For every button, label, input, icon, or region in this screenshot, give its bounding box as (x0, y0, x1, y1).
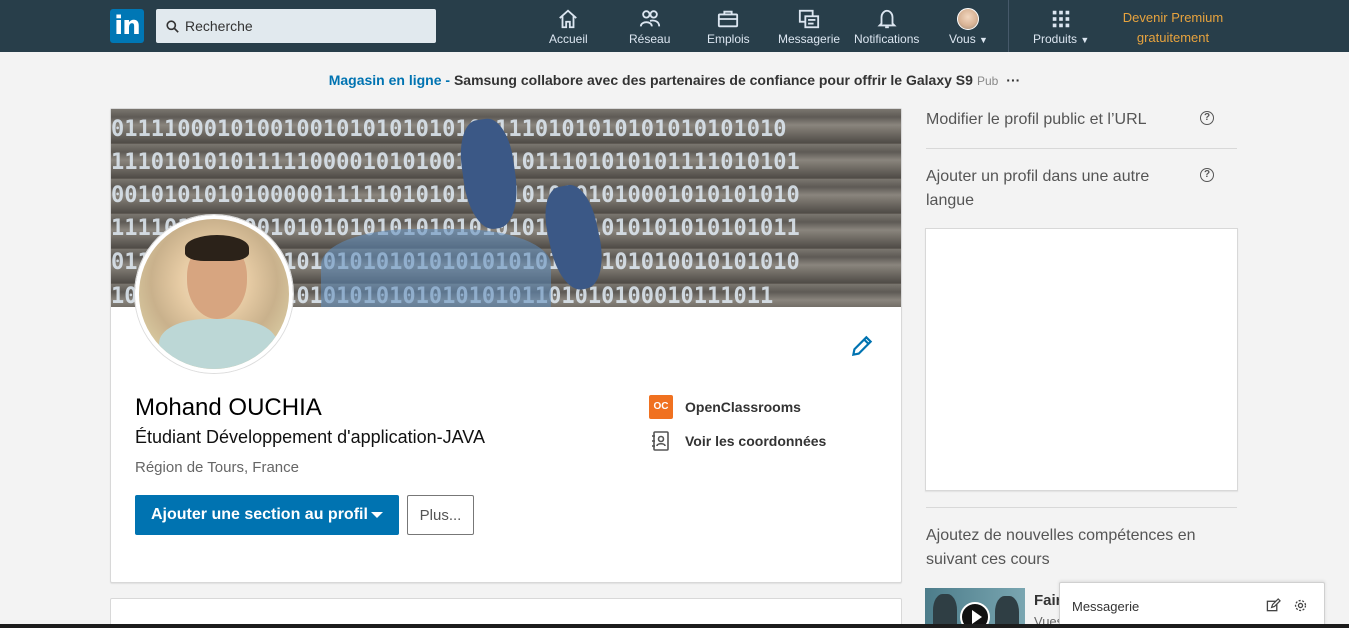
premium-line-2: gratuitement (1136, 30, 1210, 45)
add-section-label: Ajouter une section au profil (151, 506, 368, 523)
gear-icon[interactable] (1293, 598, 1308, 613)
avatar (957, 8, 980, 30)
linkedin-logo[interactable]: in (110, 9, 144, 43)
more-options-icon[interactable]: ··· (1006, 72, 1020, 88)
ad-text[interactable]: Samsung collabore avec des partenaires d… (454, 72, 973, 88)
organization-name: OpenClassrooms (685, 399, 801, 415)
chevron-down-icon: ▼ (1080, 35, 1090, 45)
nav-label: Messagerie (778, 32, 841, 46)
ad-box[interactable] (925, 228, 1238, 491)
add-language-profile-link[interactable]: Ajouter un profil dans une autre langue (926, 165, 1176, 213)
course-thumbnail[interactable] (925, 588, 1025, 628)
contact-info-link[interactable]: Voir les coordonnées (649, 429, 826, 453)
nav-label: Accueil (549, 32, 588, 46)
contact-card-icon (652, 431, 669, 451)
search-input[interactable] (185, 18, 425, 34)
profile-headline: Étudiant Développement d'application-JAV… (135, 427, 485, 447)
rail-divider (926, 507, 1237, 508)
contact-info-label: Voir les coordonnées (685, 433, 827, 449)
edit-public-profile-link[interactable]: Modifier le profil public et l’URL (926, 108, 1186, 132)
jobs-icon (718, 10, 739, 28)
thumb-person (933, 594, 957, 628)
ad-store-link[interactable]: Magasin en ligne (329, 72, 442, 88)
photo-hair (185, 235, 249, 261)
help-icon[interactable]: ? (1200, 111, 1214, 125)
add-section-button[interactable]: Ajouter une section au profil (135, 495, 399, 535)
nav-item-me[interactable]: Vous ▼ (949, 8, 988, 48)
premium-line-1: Devenir Premium (1122, 10, 1224, 25)
top-nav: in Accueil Réseau Emplois Messagerie Not… (0, 0, 1349, 52)
search-icon (166, 19, 179, 33)
profile-name: Mohand OUCHIA (135, 394, 322, 421)
banner-jeans (321, 229, 551, 307)
openclassrooms-logo: OC (649, 395, 673, 419)
messaging-overlay[interactable]: Messagerie (1059, 582, 1325, 628)
nav-label: Réseau (629, 32, 671, 46)
nav-products-label: Produits (1033, 32, 1078, 46)
courses-heading: Ajoutez de nouvelles compétences en suiv… (926, 527, 1196, 568)
edit-pencil-icon[interactable] (849, 333, 875, 359)
caret-down-icon (371, 512, 383, 518)
nav-label: Notifications (854, 32, 920, 46)
nav-label: Vous ▼ (949, 32, 988, 46)
nav-item-notifications[interactable]: Notifications (854, 8, 919, 48)
network-icon (639, 10, 660, 27)
nav-item-network[interactable]: Réseau (629, 8, 670, 48)
nav-item-messaging[interactable]: Messagerie (778, 8, 840, 48)
search-bar[interactable] (156, 9, 436, 43)
premium-link[interactable]: Devenir Premium gratuitement (1112, 8, 1234, 48)
nav-me-label: Vous (949, 32, 976, 46)
chevron-down-icon: ▼ (979, 35, 988, 45)
profile-photo[interactable] (135, 215, 293, 373)
rail-divider (926, 148, 1237, 149)
compose-icon[interactable] (1266, 598, 1281, 613)
nav-item-jobs[interactable]: Emplois (707, 8, 750, 48)
bell-icon (877, 9, 897, 29)
help-icon[interactable]: ? (1200, 168, 1214, 182)
organization-link[interactable]: OC OpenClassrooms (649, 395, 801, 419)
nav-label: Produits ▼ (1033, 32, 1089, 46)
ad-banner[interactable]: Magasin en ligne - Samsung collabore ave… (0, 72, 1349, 88)
messaging-label: Messagerie (1072, 599, 1140, 614)
profile-location: Région de Tours, France (135, 459, 299, 476)
course-title[interactable]: Fair (1034, 592, 1062, 609)
nav-item-home[interactable]: Accueil (549, 8, 588, 48)
nav-item-products[interactable]: Produits ▼ (1033, 8, 1089, 48)
ad-pub-label: Pub (976, 74, 999, 88)
photo-shirt (159, 319, 277, 369)
bottom-edge (0, 624, 1349, 628)
ad-separator: - (441, 72, 454, 88)
nav-label: Emplois (707, 32, 750, 46)
grid-icon (1052, 10, 1070, 28)
more-button[interactable]: Plus... (407, 495, 474, 535)
profile-card: 0111100010100100101010101010111101010101… (110, 108, 902, 583)
home-icon (559, 9, 578, 29)
messaging-icon (798, 9, 820, 29)
nav-divider (1008, 0, 1009, 52)
